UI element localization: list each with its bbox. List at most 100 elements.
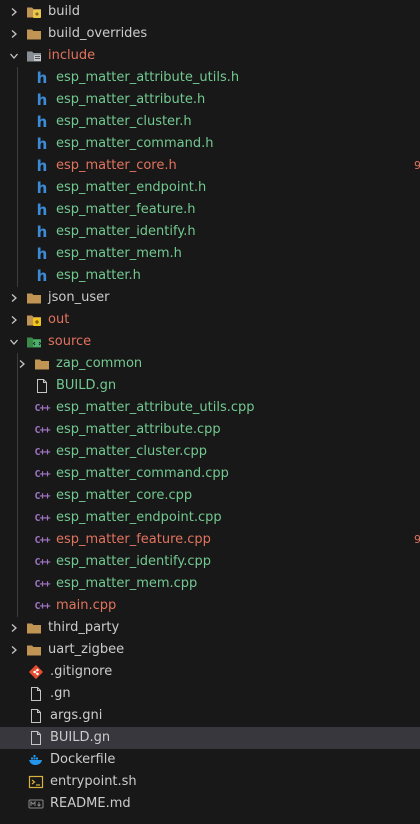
file-row-esp-matter-attribute-utils-h[interactable]: h esp_matter_attribute_utils.h (0, 67, 420, 89)
folder-row-build-overrides[interactable]: build_overrides (0, 23, 420, 45)
file-row-esp-matter-core-h[interactable]: h esp_matter_core.h 9 (0, 155, 420, 177)
folder-row-build[interactable]: build (0, 1, 420, 23)
folder-label: build_overrides (48, 26, 148, 41)
file-row-gn[interactable]: .gn (0, 683, 420, 705)
file-row-esp-matter-core-cpp[interactable]: C++ esp_matter_core.cpp (0, 485, 420, 507)
folder-label: build (48, 4, 80, 19)
folder-row-uart-zigbee[interactable]: uart_zigbee (0, 639, 420, 661)
file-label: .gitignore (50, 664, 113, 679)
file-label: esp_matter_cluster.h (56, 114, 192, 129)
folder-row-source[interactable]: source (0, 331, 420, 353)
chevron-right-icon[interactable] (8, 639, 20, 661)
chevron-down-icon[interactable] (8, 331, 20, 353)
file-row-build-gn[interactable]: BUILD.gn (0, 727, 420, 749)
include-folder-icon (26, 48, 42, 64)
file-label: README.md (50, 796, 131, 811)
file-row-esp-matter-feature-cpp[interactable]: C++ esp_matter_feature.cpp 9 (0, 529, 420, 551)
file-row-esp-matter-cluster-cpp[interactable]: C++ esp_matter_cluster.cpp (0, 441, 420, 463)
folder-icon (26, 642, 42, 658)
file-row-esp-matter-identify-cpp[interactable]: C++ esp_matter_identify.cpp (0, 551, 420, 573)
file-row-args-gni[interactable]: args.gni (0, 705, 420, 727)
file-row-dockerfile[interactable]: Dockerfile (0, 749, 420, 771)
file-row-entrypoint-sh[interactable]: entrypoint.sh (0, 771, 420, 793)
source-folder-icon (26, 334, 42, 350)
file-label: esp_matter_identify.h (56, 224, 196, 239)
file-row-esp-matter-command-h[interactable]: h esp_matter_command.h (0, 133, 420, 155)
file-row-esp-matter-endpoint-h[interactable]: h esp_matter_endpoint.h (0, 177, 420, 199)
file-row-esp-matter-mem-cpp[interactable]: C++ esp_matter_mem.cpp (0, 573, 420, 595)
h-file-icon: h (36, 69, 48, 87)
file-row-gitignore[interactable]: .gitignore (0, 661, 420, 683)
chevron-right-icon[interactable] (16, 353, 28, 375)
file-row-esp-matter-attribute-utils-cpp[interactable]: C++ esp_matter_attribute_utils.cpp (0, 397, 420, 419)
file-label: esp_matter_core.cpp (56, 488, 193, 503)
file-label: main.cpp (56, 598, 117, 613)
file-label: esp_matter_cluster.cpp (56, 444, 207, 459)
folder-row-third-party[interactable]: third_party (0, 617, 420, 639)
folder-row-json-user[interactable]: json_user (0, 287, 420, 309)
file-label: entrypoint.sh (50, 774, 137, 789)
folder-icon (26, 26, 42, 42)
cpp-file-icon: C++ (34, 402, 50, 414)
folder-row-include[interactable]: include (0, 45, 420, 67)
cpp-file-icon: C++ (34, 490, 50, 502)
file-row-esp-matter-attribute-h[interactable]: h esp_matter_attribute.h (0, 89, 420, 111)
file-label: esp_matter_mem.cpp (56, 576, 198, 591)
cpp-file-icon: C++ (34, 468, 50, 480)
file-row-esp-matter-cluster-h[interactable]: h esp_matter_cluster.h (0, 111, 420, 133)
file-row-esp-matter-feature-h[interactable]: h esp_matter_feature.h (0, 199, 420, 221)
folder-row-zap-common[interactable]: zap_common (0, 353, 420, 375)
file-label: esp_matter_attribute_utils.h (56, 70, 240, 85)
file-row-readme-md[interactable]: README.md (0, 793, 420, 815)
file-row-esp-matter-identify-h[interactable]: h esp_matter_identify.h (0, 221, 420, 243)
file-label: esp_matter_attribute.h (56, 92, 206, 107)
file-row-esp-matter-command-cpp[interactable]: C++ esp_matter_command.cpp (0, 463, 420, 485)
h-file-icon: h (36, 157, 48, 175)
h-file-icon: h (36, 179, 48, 197)
chevron-right-icon[interactable] (8, 1, 20, 23)
chevron-right-icon[interactable] (8, 309, 20, 331)
chevron-right-icon[interactable] (8, 617, 20, 639)
chevron-right-icon[interactable] (8, 287, 20, 309)
file-explorer-tree: build build_overrides include h esp_matter_a… (0, 0, 420, 824)
chevron-down-icon[interactable] (8, 45, 20, 67)
h-file-icon: h (36, 267, 48, 285)
folder-label: json_user (48, 290, 110, 305)
folder-label: source (48, 334, 92, 349)
file-row-esp-matter-endpoint-cpp[interactable]: C++ esp_matter_endpoint.cpp (0, 507, 420, 529)
cpp-file-icon: C++ (34, 424, 50, 436)
file-label: esp_matter_endpoint.cpp (56, 510, 222, 525)
file-row-main-cpp[interactable]: C++ main.cpp (0, 595, 420, 617)
chevron-right-icon[interactable] (8, 23, 20, 45)
file-row-esp-matter-attribute-cpp[interactable]: C++ esp_matter_attribute.cpp (0, 419, 420, 441)
problem-count-badge: 9 (414, 159, 420, 172)
folder-row-out[interactable]: out (0, 309, 420, 331)
file-label: Dockerfile (50, 752, 116, 767)
git-file-icon (28, 664, 44, 680)
file-row-build-gn[interactable]: BUILD.gn (0, 375, 420, 397)
file-row-esp-matter-mem-h[interactable]: h esp_matter_mem.h (0, 243, 420, 265)
cpp-file-icon: C++ (34, 578, 50, 590)
file-label: esp_matter_attribute_utils.cpp (56, 400, 255, 415)
file-row-esp-matter-h[interactable]: h esp_matter.h (0, 265, 420, 287)
